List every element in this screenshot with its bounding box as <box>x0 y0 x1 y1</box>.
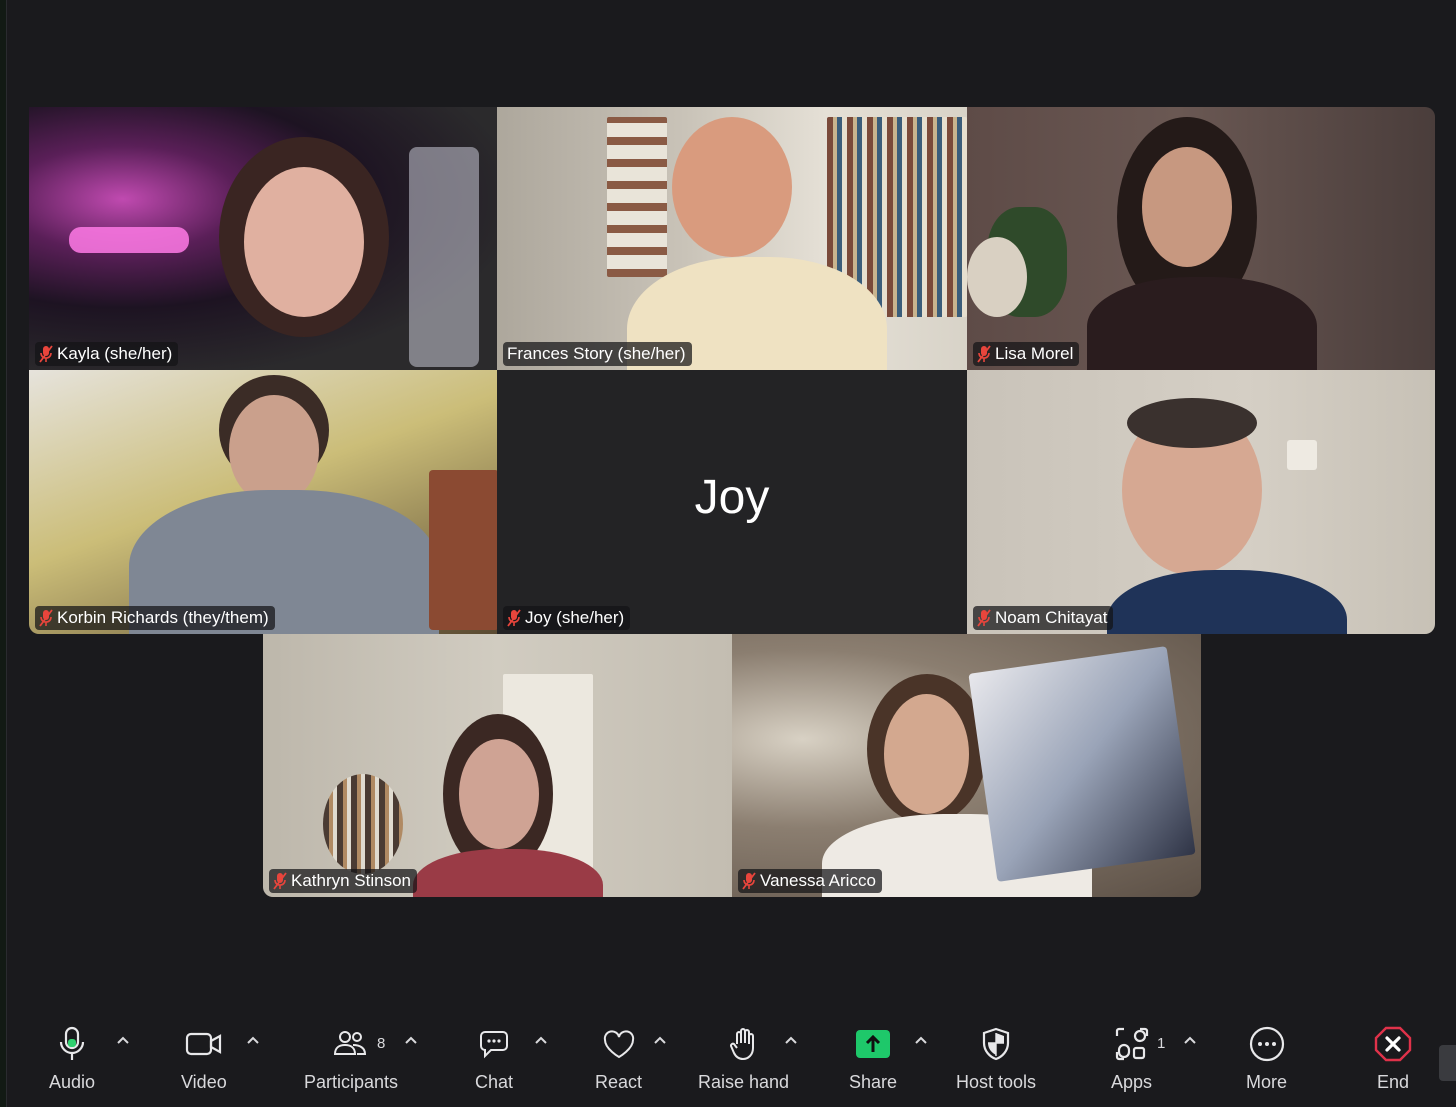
name-label: Vanessa Aricco <box>738 869 882 893</box>
participants-options-chevron-up-icon[interactable] <box>403 1032 419 1048</box>
host-tools-button[interactable]: Host tools <box>956 1024 1036 1093</box>
apps-button[interactable]: Apps <box>1111 1024 1152 1093</box>
video-feed <box>732 634 1201 897</box>
participant-display-name: Joy <box>694 471 770 524</box>
more-button[interactable]: More <box>1246 1024 1287 1093</box>
react-options-chevron-up-icon[interactable] <box>652 1032 668 1048</box>
chat-button[interactable]: Chat <box>474 1024 514 1093</box>
camera-icon <box>184 1024 224 1064</box>
host-tools-label: Host tools <box>956 1072 1037 1092</box>
end-meeting-icon <box>1373 1024 1413 1064</box>
share-options-chevron-up-icon[interactable] <box>913 1032 929 1048</box>
mic-muted-icon <box>39 345 53 363</box>
participant-tile-vanessa[interactable]: Vanessa Aricco <box>732 634 1201 897</box>
participants-icon <box>331 1024 371 1064</box>
scrollbar-thumb[interactable] <box>1439 1045 1456 1081</box>
heart-icon <box>599 1024 639 1064</box>
meeting-window: Kayla (she/her) Frances Story (she/her) … <box>6 0 1456 1107</box>
participant-tile-kathryn[interactable]: Kathryn Stinson <box>263 634 732 897</box>
mic-muted-icon <box>742 872 756 890</box>
video-feed <box>967 370 1435 634</box>
participants-count: 8 <box>377 1035 386 1052</box>
name-label: Joy (she/her) <box>503 606 631 630</box>
apps-icon <box>1112 1024 1152 1064</box>
video-feed <box>29 370 497 634</box>
raise-hand-options-chevron-up-icon[interactable] <box>783 1032 799 1048</box>
microphone-icon <box>52 1024 92 1064</box>
mic-muted-icon <box>977 609 991 627</box>
name-label: Lisa Morel <box>973 342 1080 366</box>
video-feed <box>263 634 732 897</box>
participant-name: Lisa Morel <box>995 344 1074 363</box>
chat-icon <box>474 1024 514 1064</box>
mic-muted-icon <box>507 609 521 627</box>
name-label: Kayla (she/her) <box>35 342 179 366</box>
participant-name: Frances Story (she/her) <box>507 344 686 363</box>
more-options-icon <box>1247 1024 1287 1064</box>
participant-tile-noam[interactable]: Noam Chitayat <box>967 370 1435 634</box>
video-feed <box>497 107 967 370</box>
participant-name: Joy (she/her) <box>525 608 625 627</box>
apps-label: Apps <box>1111 1072 1153 1092</box>
participant-tile-kayla[interactable]: Kayla (she/her) <box>29 107 497 370</box>
react-button[interactable]: React <box>595 1024 642 1093</box>
video-label: Video <box>181 1072 227 1092</box>
name-label: Korbin Richards (they/them) <box>35 606 275 630</box>
video-feed <box>967 107 1435 370</box>
video-feed <box>29 107 497 370</box>
participant-name: Korbin Richards (they/them) <box>57 608 269 627</box>
video-options-chevron-up-icon[interactable] <box>245 1032 261 1048</box>
participants-label: Participants <box>304 1072 399 1092</box>
mic-muted-icon <box>39 609 53 627</box>
audio-label: Audio <box>49 1072 96 1092</box>
participant-tile-joy[interactable]: Joy Joy (she/her) <box>497 370 967 634</box>
audio-button[interactable]: Audio <box>49 1024 95 1093</box>
share-label: Share <box>849 1072 898 1092</box>
shield-icon <box>976 1024 1016 1064</box>
more-label: More <box>1246 1072 1288 1092</box>
react-label: React <box>595 1072 643 1092</box>
raise-hand-label: Raise hand <box>698 1072 790 1092</box>
name-label: Noam Chitayat <box>973 606 1114 630</box>
participant-tile-lisa[interactable]: Lisa Morel <box>967 107 1435 370</box>
hand-icon <box>724 1024 764 1064</box>
share-screen-icon <box>853 1024 893 1064</box>
audio-options-chevron-up-icon[interactable] <box>115 1032 131 1048</box>
participant-name: Vanessa Aricco <box>760 871 876 890</box>
name-label: Kathryn Stinson <box>269 869 418 893</box>
participant-tile-korbin[interactable]: Korbin Richards (they/them) <box>29 370 497 634</box>
end-button[interactable]: End <box>1373 1024 1413 1093</box>
end-label: End <box>1376 1072 1410 1092</box>
participant-name: Kathryn Stinson <box>291 871 412 890</box>
apps-options-chevron-up-icon[interactable] <box>1182 1032 1198 1048</box>
chat-label: Chat <box>474 1072 514 1092</box>
participant-tile-frances[interactable]: Frances Story (she/her) <box>497 107 967 370</box>
apps-count: 1 <box>1157 1035 1166 1052</box>
name-label: Frances Story (she/her) <box>503 342 692 366</box>
meeting-toolbar: Audio Video Participants 8 Chat React Ra… <box>7 1010 1456 1107</box>
video-button[interactable]: Video <box>181 1024 227 1093</box>
participant-name: Kayla (she/her) <box>57 344 173 363</box>
share-button[interactable]: Share <box>849 1024 897 1093</box>
mic-muted-icon <box>977 345 991 363</box>
mic-muted-icon <box>273 872 287 890</box>
participant-name: Noam Chitayat <box>995 608 1108 627</box>
raise-hand-button[interactable]: Raise hand <box>698 1024 789 1093</box>
chat-options-chevron-up-icon[interactable] <box>533 1032 549 1048</box>
